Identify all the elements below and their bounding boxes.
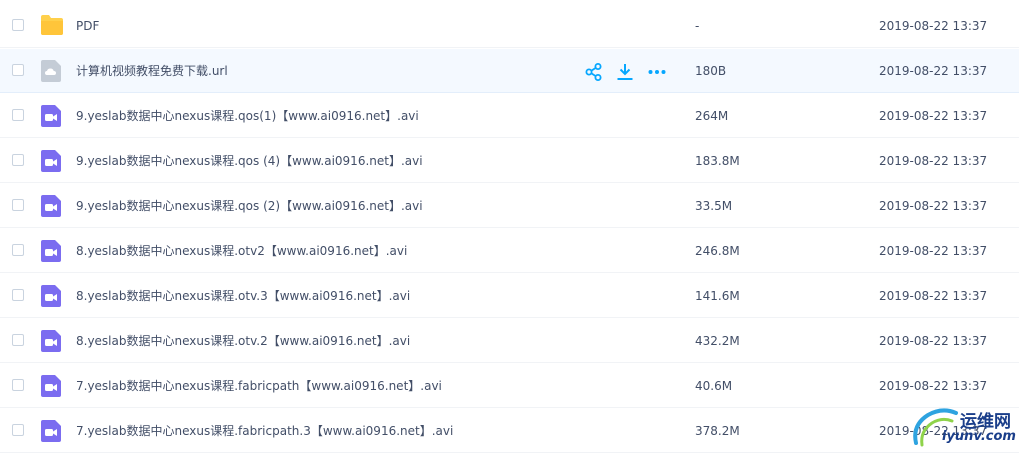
file-size: -	[695, 19, 700, 33]
file-row[interactable]: 8.yeslab数据中心nexus课程.otv2【www.ai0916.net】…	[0, 229, 1019, 273]
row-checkbox[interactable]	[12, 244, 24, 256]
file-size: 264M	[695, 109, 729, 123]
file-row[interactable]: 7.yeslab数据中心nexus课程.fabricpath【www.ai091…	[0, 364, 1019, 408]
file-date: 2019-08-22 13:37	[879, 154, 988, 168]
file-row[interactable]: 7.yeslab数据中心nexus课程.fabricpath.3【www.ai0…	[0, 409, 1019, 453]
file-date: 2019-08-22 13:37	[879, 334, 988, 348]
folder-icon	[40, 14, 63, 38]
file-date: 2019-08-22 13:37	[879, 19, 988, 33]
file-date: 2019-08-22 13:37	[879, 244, 988, 258]
share-icon[interactable]	[584, 62, 604, 82]
video-file-icon	[40, 419, 62, 443]
download-icon[interactable]	[615, 62, 635, 82]
watermark: 运维网 iyunv.com	[910, 403, 1016, 451]
file-row[interactable]: 9.yeslab数据中心nexus课程.qos(1)【www.ai0916.ne…	[0, 94, 1019, 138]
file-size: 33.5M	[695, 199, 733, 213]
file-name-link[interactable]: 9.yeslab数据中心nexus课程.qos (2)【www.ai0916.n…	[76, 184, 423, 228]
file-size: 40.6M	[695, 379, 733, 393]
row-checkbox[interactable]	[12, 199, 24, 211]
row-checkbox[interactable]	[12, 64, 24, 76]
file-name-link[interactable]: 计算机视频教程免费下载.url	[76, 49, 228, 93]
file-name-link[interactable]: 8.yeslab数据中心nexus课程.otv.2【www.ai0916.net…	[76, 319, 410, 363]
file-date: 2019-08-22 13:37	[879, 289, 988, 303]
file-row[interactable]: 8.yeslab数据中心nexus课程.otv.2【www.ai0916.net…	[0, 319, 1019, 363]
file-size: 183.8M	[695, 154, 740, 168]
file-name-link[interactable]: 9.yeslab数据中心nexus课程.qos (4)【www.ai0916.n…	[76, 139, 423, 183]
file-row[interactable]: PDF - 2019-08-22 13:37	[0, 4, 1019, 48]
file-date: 2019-08-22 13:37	[879, 379, 988, 393]
file-name-link[interactable]: 9.yeslab数据中心nexus课程.qos(1)【www.ai0916.ne…	[76, 94, 419, 138]
video-file-icon	[40, 284, 62, 308]
file-name-link[interactable]: 8.yeslab数据中心nexus课程.otv2【www.ai0916.net】…	[76, 229, 407, 273]
file-name-link[interactable]: 7.yeslab数据中心nexus课程.fabricpath【www.ai091…	[76, 364, 442, 408]
file-list: PDF - 2019-08-22 13:37 计算机视频教程免费下载.url 1…	[0, 0, 1019, 455]
row-checkbox[interactable]	[12, 334, 24, 346]
file-row[interactable]: 9.yeslab数据中心nexus课程.qos (4)【www.ai0916.n…	[0, 139, 1019, 183]
file-date: 2019-08-22 13:37	[879, 199, 988, 213]
video-file-icon	[40, 149, 62, 173]
file-size: 378.2M	[695, 424, 740, 438]
more-icon[interactable]	[647, 62, 667, 82]
file-date: 2019-08-22 13:37	[879, 64, 988, 78]
file-date: 2019-08-22 13:37	[879, 109, 988, 123]
row-checkbox[interactable]	[12, 109, 24, 121]
row-checkbox[interactable]	[12, 289, 24, 301]
file-size: 180B	[695, 64, 727, 78]
file-size: 141.6M	[695, 289, 740, 303]
row-checkbox[interactable]	[12, 154, 24, 166]
watermark-domain: iyunv.com	[942, 429, 1016, 444]
cloud-link-file-icon	[40, 59, 62, 83]
file-size: 432.2M	[695, 334, 740, 348]
file-row[interactable]: 8.yeslab数据中心nexus课程.otv.3【www.ai0916.net…	[0, 274, 1019, 318]
row-checkbox[interactable]	[12, 424, 24, 436]
file-row[interactable]: 计算机视频教程免费下载.url 180B 2019-08-22 13:37	[0, 49, 1019, 93]
video-file-icon	[40, 329, 62, 353]
row-checkbox[interactable]	[12, 379, 24, 391]
row-checkbox[interactable]	[12, 19, 24, 31]
video-file-icon	[40, 194, 62, 218]
file-size: 246.8M	[695, 244, 740, 258]
file-name-link[interactable]: PDF	[76, 4, 99, 48]
file-row[interactable]: 9.yeslab数据中心nexus课程.qos (2)【www.ai0916.n…	[0, 184, 1019, 228]
file-name-link[interactable]: 7.yeslab数据中心nexus课程.fabricpath.3【www.ai0…	[76, 409, 453, 453]
file-name-link[interactable]: 8.yeslab数据中心nexus课程.otv.3【www.ai0916.net…	[76, 274, 410, 318]
video-file-icon	[40, 239, 62, 263]
video-file-icon	[40, 374, 62, 398]
video-file-icon	[40, 104, 62, 128]
